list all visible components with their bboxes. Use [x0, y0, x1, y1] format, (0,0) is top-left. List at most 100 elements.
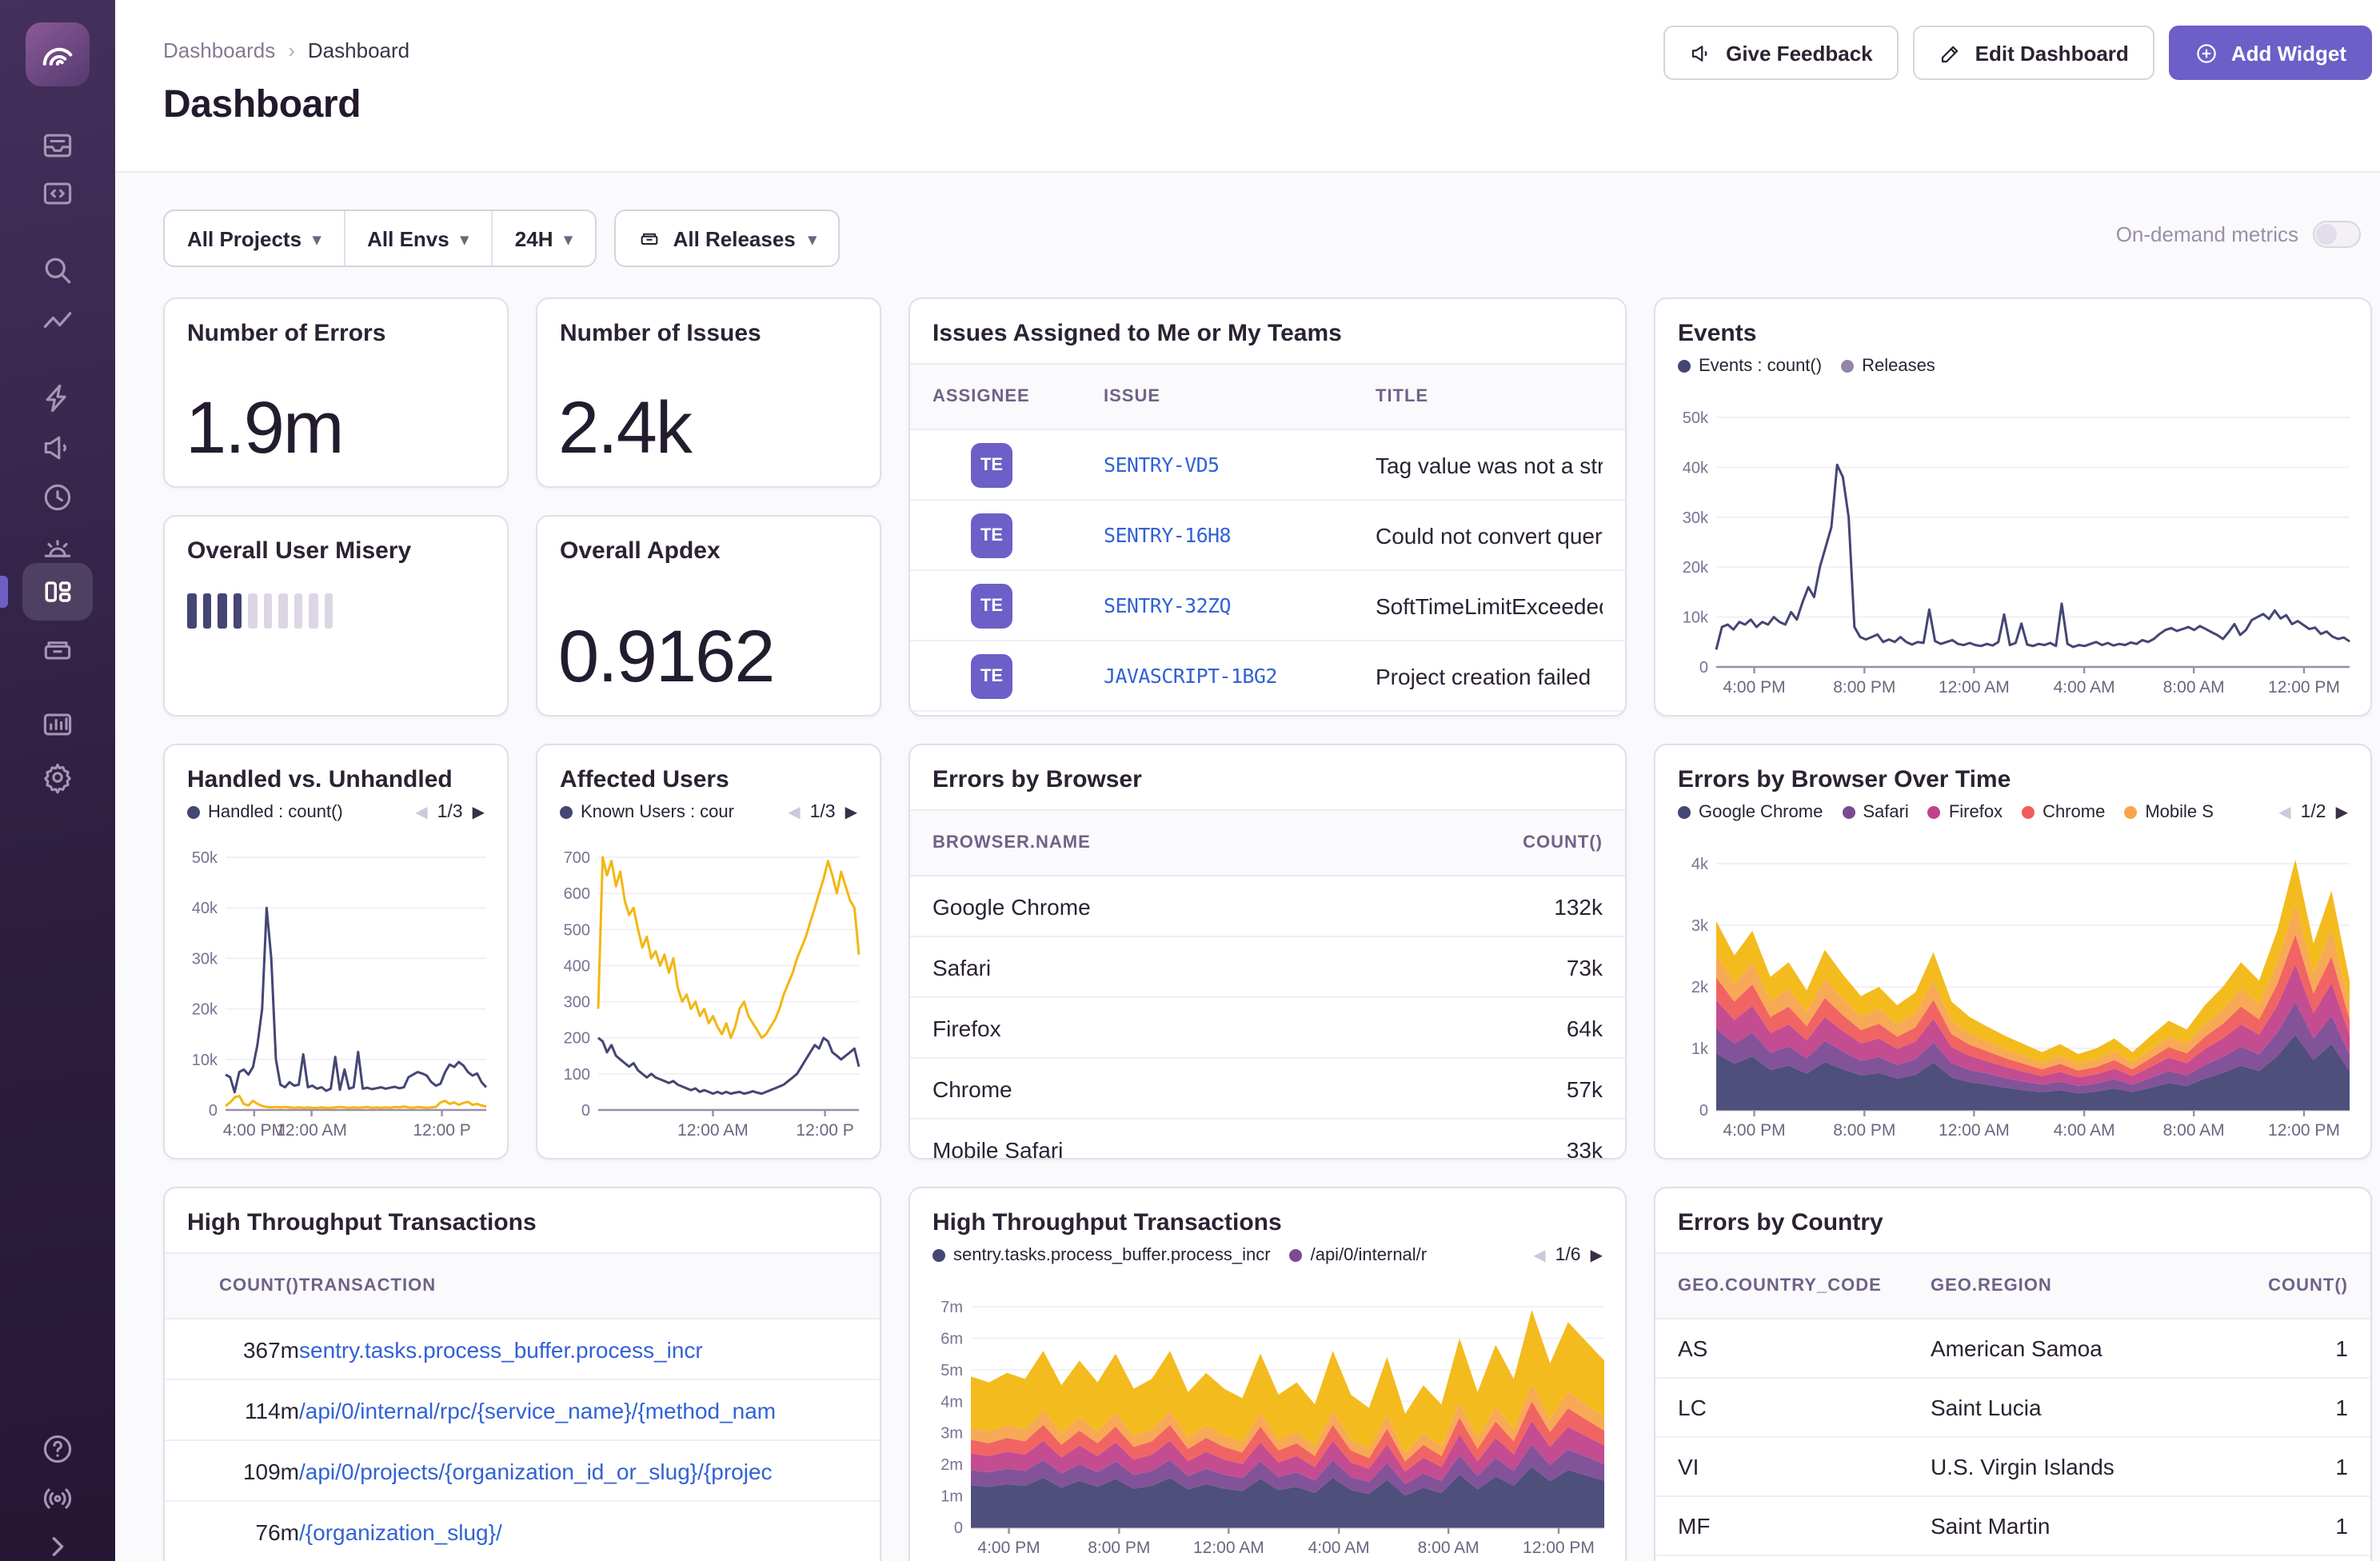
- alerts-icon[interactable]: [40, 531, 75, 566]
- column-header[interactable]: COUNT(): [1459, 833, 1603, 852]
- dashboards-icon[interactable]: [40, 574, 75, 609]
- table-row[interactable]: Firefox64k: [910, 998, 1625, 1059]
- legend-item[interactable]: sentry.tasks.process_buffer.process_incr: [932, 1246, 1271, 1265]
- table-cell[interactable]: SENTRY-VD5: [1104, 453, 1376, 477]
- table-cell[interactable]: SENTRY-16H8: [1104, 523, 1376, 547]
- avatar[interactable]: TE: [971, 583, 1012, 628]
- column-header[interactable]: GEO.COUNTRY_CODE: [1678, 1276, 1931, 1296]
- column-header[interactable]: COUNT(): [2236, 1276, 2348, 1296]
- table-row[interactable]: 76m/{organization_slug}/: [165, 1502, 880, 1561]
- table-cell[interactable]: JAVASCRIPT-1BG2: [1104, 664, 1376, 688]
- give-feedback-button[interactable]: Give Feedback: [1663, 26, 1899, 80]
- legend-item[interactable]: Known Users : cour: [560, 803, 734, 822]
- next-page-icon[interactable]: ▶: [473, 804, 485, 821]
- table-row[interactable]: Chrome57k: [910, 1059, 1625, 1120]
- widget-events[interactable]: Events Events : count()Releases 010k20k3…: [1654, 297, 2372, 717]
- sentry-logo[interactable]: [26, 22, 90, 86]
- prev-page-icon[interactable]: ◀: [2278, 804, 2290, 821]
- avatar[interactable]: TE: [971, 653, 1012, 698]
- widget-apdex[interactable]: Overall Apdex 0.9162: [536, 515, 881, 717]
- avatar[interactable]: TE: [971, 442, 1012, 487]
- widget-issues-assigned[interactable]: Issues Assigned to Me or My Teams ASSIGN…: [908, 297, 1627, 717]
- table-row[interactable]: LCSaint Lucia1: [1655, 1379, 2370, 1438]
- legend-item[interactable]: Firefox: [1928, 803, 2003, 822]
- events-chart[interactable]: 010k20k30k40k50k4:00 PM8:00 PM12:00 AM4:…: [1671, 405, 2358, 705]
- column-header[interactable]: ASSIGNEE: [932, 387, 1104, 406]
- legend-item[interactable]: Google Chrome: [1678, 803, 1823, 822]
- legend-item[interactable]: /api/0/internal/r: [1290, 1246, 1428, 1265]
- table-row[interactable]: Mobile Safari33k: [910, 1120, 1625, 1160]
- releases-icon[interactable]: [40, 632, 75, 667]
- affected-users-chart[interactable]: 010020030040050060070012:00 AM12:00 P: [553, 844, 867, 1148]
- widget-handled-vs-unhandled[interactable]: Handled vs. Unhandled Handled : count()◀…: [163, 744, 509, 1160]
- settings-icon[interactable]: [40, 760, 75, 795]
- widget-errors-by-browser-over-time[interactable]: Errors by Browser Over Time Google Chrom…: [1654, 744, 2372, 1160]
- table-row[interactable]: Google Chrome132k: [910, 876, 1625, 937]
- next-page-icon[interactable]: ▶: [1591, 1247, 1603, 1264]
- table-cell[interactable]: /api/0/projects/{organization_id_or_slug…: [299, 1458, 857, 1483]
- prev-page-icon[interactable]: ◀: [1533, 1247, 1545, 1264]
- column-header[interactable]: COUNT(): [187, 1276, 299, 1296]
- table-row[interactable]: 367msentry.tasks.process_buffer.process_…: [165, 1319, 880, 1380]
- table-row[interactable]: 109m/api/0/projects/{organization_id_or_…: [165, 1441, 880, 1502]
- widget-high-throughput-chart[interactable]: High Throughput Transactions sentry.task…: [908, 1187, 1627, 1561]
- add-widget-button[interactable]: Add Widget: [2169, 26, 2372, 80]
- table-row[interactable]: TESENTRY-32ZQSoftTimeLimitExceeded: [910, 571, 1625, 641]
- table-row[interactable]: TESENTRY-16H8Could not convert query: [910, 501, 1625, 571]
- next-page-icon[interactable]: ▶: [845, 804, 857, 821]
- errors-over-time-chart[interactable]: 01k2k3k4k4:00 PM8:00 PM12:00 AM4:00 AM8:…: [1671, 851, 2358, 1148]
- broadcast-icon[interactable]: [40, 1481, 75, 1516]
- column-header[interactable]: GEO.REGION: [1931, 1276, 2236, 1296]
- column-header[interactable]: TITLE: [1376, 387, 1603, 406]
- help-icon[interactable]: [40, 1431, 75, 1467]
- widget-affected-users[interactable]: Affected Users Known Users : cour◀1/3▶ 0…: [536, 744, 881, 1160]
- table-cell[interactable]: SENTRY-32ZQ: [1104, 593, 1376, 617]
- issues-icon[interactable]: [40, 128, 75, 163]
- widget-number-of-issues[interactable]: Number of Issues 2.4k: [536, 297, 881, 488]
- legend-item[interactable]: Handled : count(): [187, 803, 343, 822]
- next-page-icon[interactable]: ▶: [2336, 804, 2348, 821]
- performance-icon[interactable]: [40, 304, 75, 339]
- table-row[interactable]: MFSaint Martin1: [1655, 1497, 2370, 1556]
- legend-item[interactable]: Chrome: [2022, 803, 2105, 822]
- widget-number-of-errors[interactable]: Number of Errors 1.9m: [163, 297, 509, 488]
- table-row[interactable]: ASAmerican Samoa1: [1655, 1319, 2370, 1379]
- prev-page-icon[interactable]: ◀: [788, 804, 800, 821]
- svg-text:300: 300: [564, 994, 590, 1012]
- widget-high-throughput-table[interactable]: High Throughput Transactions COUNT()TRAN…: [163, 1187, 881, 1561]
- breadcrumb-parent[interactable]: Dashboards: [163, 38, 275, 62]
- table-row[interactable]: Safari73k: [910, 937, 1625, 998]
- table-cell[interactable]: /api/0/internal/rpc/{service_name}/{meth…: [299, 1397, 857, 1423]
- high-throughput-chart[interactable]: 01m2m3m4m5m6m7m4:00 PM8:00 PM12:00 AM4:0…: [926, 1294, 1612, 1561]
- widget-errors-by-country[interactable]: Errors by Country GEO.COUNTRY_CODEGEO.RE…: [1654, 1187, 2372, 1561]
- lightning-icon[interactable]: [40, 381, 75, 416]
- svg-text:700: 700: [564, 849, 590, 867]
- table-row[interactable]: 114m/api/0/internal/rpc/{service_name}/{…: [165, 1380, 880, 1441]
- column-header[interactable]: TRANSACTION: [299, 1276, 857, 1296]
- edit-dashboard-button[interactable]: Edit Dashboard: [1913, 26, 2154, 80]
- replays-icon[interactable]: [40, 480, 75, 515]
- search-icon[interactable]: [40, 253, 75, 288]
- widget-errors-by-browser[interactable]: Errors by Browser BROWSER.NAMECOUNT()Goo…: [908, 744, 1627, 1160]
- stats-icon[interactable]: [40, 707, 75, 742]
- avatar[interactable]: TE: [971, 513, 1012, 557]
- prev-page-icon[interactable]: ◀: [415, 804, 427, 821]
- table-row[interactable]: VIU.S. Virgin Islands1: [1655, 1438, 2370, 1497]
- table-row[interactable]: TEJAVASCRIPT-1BG2Project creation failed: [910, 641, 1625, 712]
- table-row[interactable]: TESENTRY-VD5Tag value was not a strin: [910, 430, 1625, 501]
- legend-item[interactable]: Safari: [1842, 803, 1909, 822]
- table-cell[interactable]: sentry.tasks.process_buffer.process_incr: [299, 1336, 857, 1362]
- legend-item[interactable]: Events : count(): [1678, 357, 1822, 376]
- widget-user-misery[interactable]: Overall User Misery: [163, 515, 509, 717]
- explore-icon[interactable]: [40, 176, 75, 211]
- legend-dot: [1678, 806, 1691, 819]
- collapse-icon[interactable]: [40, 1529, 75, 1561]
- column-header[interactable]: BROWSER.NAME: [932, 833, 1459, 852]
- handled-chart[interactable]: 010k20k30k40k50k4:00 PM12:00 AM12:00 P: [181, 844, 494, 1148]
- megaphone-icon: [1689, 41, 1713, 65]
- legend-item[interactable]: Releases: [1841, 357, 1935, 376]
- legend-item[interactable]: Mobile S: [2124, 803, 2214, 822]
- feedback-icon[interactable]: [40, 430, 75, 465]
- table-cell[interactable]: /{organization_slug}/: [299, 1519, 857, 1544]
- column-header[interactable]: ISSUE: [1104, 387, 1376, 406]
